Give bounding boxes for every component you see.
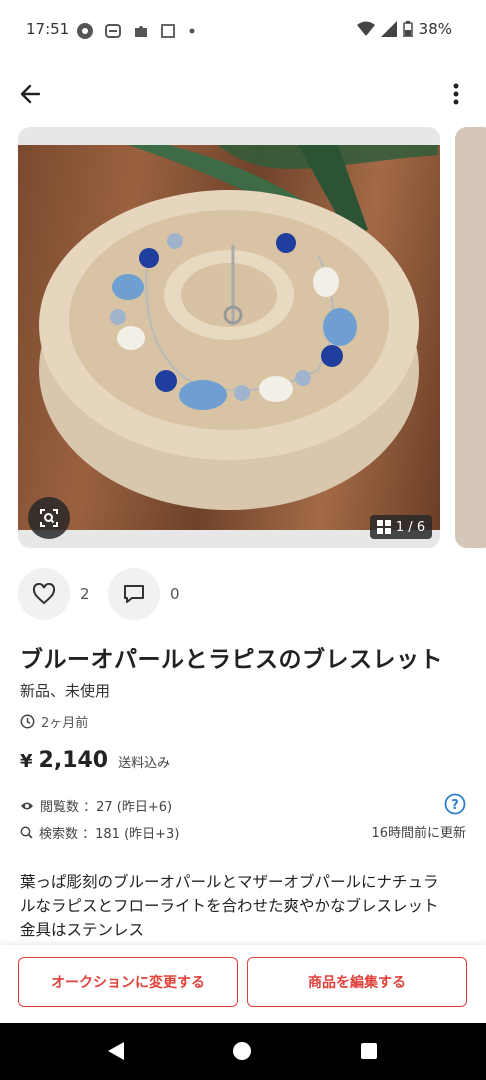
description-line: 葉っぱ彫刻のブルーオパールとマザーオブパールにナチュラ bbox=[20, 873, 439, 891]
posted-time: 2ヶ月前 bbox=[20, 712, 88, 731]
circle-home-icon bbox=[233, 1042, 251, 1060]
comment-icon bbox=[124, 585, 144, 603]
comments-count: 0 bbox=[170, 585, 180, 603]
top-app-bar bbox=[0, 62, 486, 126]
battery-percent: 38% bbox=[418, 20, 452, 38]
square-icon bbox=[161, 24, 175, 38]
heart-icon bbox=[32, 583, 56, 605]
search-icon bbox=[20, 826, 33, 839]
status-system-icons: 38% bbox=[356, 20, 452, 38]
edit-item-button[interactable]: 商品を編集する bbox=[247, 957, 467, 1007]
grid-icon bbox=[376, 520, 391, 534]
image-counter-text: 1 / 6 bbox=[395, 519, 426, 535]
wifi-icon bbox=[356, 21, 375, 36]
views-text: 閲覧数 ：27 (昨日+6) bbox=[40, 800, 173, 815]
description-line: 金具はステンレス bbox=[20, 921, 145, 939]
searches-text: 検索数 ：181 (昨日+3) bbox=[39, 827, 180, 842]
triangle-back-icon bbox=[108, 1042, 124, 1060]
product-photo bbox=[18, 145, 440, 530]
battery-icon bbox=[402, 21, 413, 37]
back-button[interactable] bbox=[14, 78, 46, 110]
product-title: ブルーオパールとラピスのブレスレット bbox=[20, 647, 443, 673]
nav-home-button[interactable] bbox=[232, 1041, 252, 1065]
next-image-peek[interactable] bbox=[455, 127, 486, 548]
nav-recents-button[interactable] bbox=[360, 1042, 378, 1064]
change-to-auction-button[interactable]: オークションに変更する bbox=[18, 957, 238, 1007]
description-line: ルなラピスとフローライトを合わせた爽やかなブレスレット bbox=[20, 897, 439, 915]
product-description: 葉っぱ彫刻のブルーオパールとマザーオブパールにナチュラ ルなラピスとフローライト… bbox=[20, 870, 470, 942]
price: ¥ 2,140 送料込み bbox=[20, 748, 170, 773]
image-counter: 1 / 6 bbox=[370, 515, 432, 539]
views-stat: 閲覧数 ：27 (昨日+6) bbox=[20, 796, 172, 815]
app-icon bbox=[77, 23, 93, 39]
svg-text:?: ? bbox=[451, 798, 459, 813]
nav-back-button[interactable] bbox=[106, 1041, 126, 1065]
product-condition: 新品、未使用 bbox=[20, 682, 111, 700]
status-notification-icons bbox=[76, 22, 198, 40]
clock-icon bbox=[20, 714, 35, 729]
image-search-icon bbox=[40, 509, 58, 527]
square-recents-icon bbox=[361, 1043, 377, 1059]
shipping-note: 送料込み bbox=[118, 756, 171, 771]
system-nav-bar bbox=[0, 1023, 486, 1080]
likes-count: 2 bbox=[80, 585, 90, 603]
like-button[interactable] bbox=[18, 568, 70, 620]
help-button[interactable]: ? bbox=[444, 793, 466, 815]
searches-stat: 検索数 ：181 (昨日+3) bbox=[20, 823, 179, 842]
dot-icon bbox=[189, 28, 195, 34]
more-vertical-icon bbox=[453, 83, 459, 105]
status-time: 17:51 bbox=[26, 20, 70, 38]
updated-time: 16時間前に更新 bbox=[371, 826, 466, 841]
bottom-action-bar: オークションに変更する 商品を編集する bbox=[0, 945, 486, 1023]
help-icon: ? bbox=[444, 793, 466, 815]
posted-time-text: 2ヶ月前 bbox=[41, 716, 89, 731]
price-value: 2,140 bbox=[38, 748, 109, 773]
signal-icon bbox=[380, 21, 397, 37]
message-icon bbox=[105, 24, 121, 38]
puzzle-icon bbox=[135, 26, 147, 37]
price-currency: ¥ bbox=[20, 751, 33, 772]
image-search-button[interactable] bbox=[28, 497, 70, 539]
more-options-button[interactable] bbox=[440, 78, 472, 110]
arrow-left-icon bbox=[20, 84, 41, 104]
status-bar: 17:51 38% bbox=[0, 0, 486, 62]
comment-button[interactable] bbox=[108, 568, 160, 620]
eye-icon bbox=[21, 802, 33, 809]
product-image[interactable] bbox=[18, 127, 440, 548]
bracelet-photo-illustration bbox=[39, 145, 438, 510]
